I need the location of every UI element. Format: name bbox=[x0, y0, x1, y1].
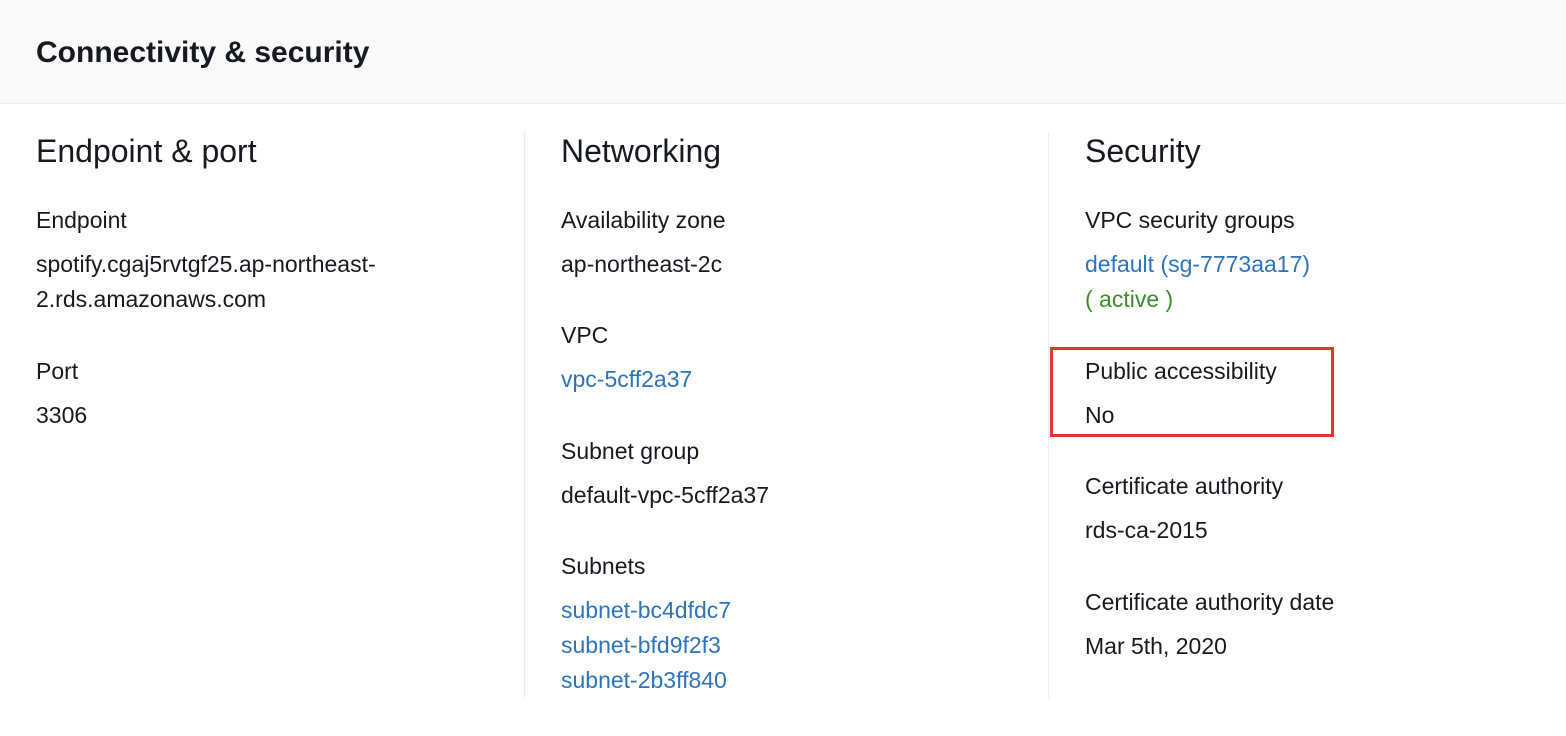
security-column: Security VPC security groups default (sg… bbox=[1049, 104, 1566, 704]
vpc-security-groups-label: VPC security groups bbox=[1085, 207, 1295, 233]
networking-heading: Networking bbox=[561, 133, 722, 169]
subnet-link[interactable]: subnet-2b3ff840 bbox=[561, 663, 731, 698]
endpoint-value: spotify.cgaj5rvtgf25.ap-northeast- 2.rds… bbox=[36, 247, 376, 317]
certificate-authority-label: Certificate authority bbox=[1085, 473, 1284, 499]
subnets-list: subnet-bc4dfdc7 subnet-bfd9f2f3 subnet-2… bbox=[561, 593, 731, 698]
endpoint-label: Endpoint bbox=[36, 207, 127, 233]
networking-column: Networking Availability zone ap-northeas… bbox=[525, 104, 1048, 704]
endpoint-port-column: Endpoint & port Endpoint spotify.cgaj5rv… bbox=[0, 104, 524, 704]
subnet-group-field: Subnet group default-vpc-5cff2a37 bbox=[561, 434, 769, 513]
certificate-authority-value: rds-ca-2015 bbox=[1085, 517, 1208, 543]
security-heading: Security bbox=[1085, 133, 1201, 169]
port-value: 3306 bbox=[36, 402, 88, 428]
vpc-security-groups-field: VPC security groups default (sg-7773aa17… bbox=[1085, 203, 1310, 317]
certificate-authority-date-value: Mar 5th, 2020 bbox=[1085, 633, 1227, 659]
port-label: Port bbox=[36, 358, 79, 384]
endpoint-value-line: 2.rds.amazonaws.com bbox=[36, 286, 267, 312]
panel-header: Connectivity & security bbox=[0, 0, 1566, 104]
subnet-group-label: Subnet group bbox=[561, 438, 700, 464]
endpoint-port-heading: Endpoint & port bbox=[36, 133, 257, 169]
subnet-link[interactable]: subnet-bc4dfdc7 bbox=[561, 593, 731, 628]
panel-title: Connectivity & security bbox=[36, 36, 370, 69]
subnet-group-value: default-vpc-5cff2a37 bbox=[561, 482, 769, 508]
connectivity-security-panel: Connectivity & security Endpoint & port … bbox=[0, 0, 1566, 736]
certificate-authority-date-label: Certificate authority date bbox=[1085, 589, 1335, 615]
public-accessibility-field: Public accessibility No bbox=[1085, 354, 1277, 433]
availability-zone-field: Availability zone ap-northeast-2c bbox=[561, 203, 726, 282]
availability-zone-label: Availability zone bbox=[561, 207, 726, 233]
subnet-link[interactable]: subnet-bfd9f2f3 bbox=[561, 628, 731, 663]
vpc-link[interactable]: vpc-5cff2a37 bbox=[561, 362, 692, 397]
public-accessibility-value: No bbox=[1085, 402, 1115, 428]
endpoint-field: Endpoint spotify.cgaj5rvtgf25.ap-northea… bbox=[36, 203, 376, 317]
subnets-field: Subnets subnet-bc4dfdc7 subnet-bfd9f2f3 … bbox=[561, 549, 731, 698]
vpc-value-wrap: vpc-5cff2a37 bbox=[561, 362, 692, 397]
endpoint-value-line: spotify.cgaj5rvtgf25.ap-northeast- bbox=[36, 251, 376, 277]
certificate-authority-date-field: Certificate authority date Mar 5th, 2020 bbox=[1085, 585, 1334, 664]
vpc-label: VPC bbox=[561, 322, 609, 348]
certificate-authority-field: Certificate authority rds-ca-2015 bbox=[1085, 469, 1283, 548]
public-accessibility-label: Public accessibility bbox=[1085, 358, 1277, 384]
port-field: Port 3306 bbox=[36, 354, 87, 433]
security-group-link[interactable]: default (sg-7773aa17) bbox=[1085, 247, 1310, 282]
security-group-status: ( active ) bbox=[1085, 286, 1174, 312]
vpc-security-groups-value: default (sg-7773aa17) ( active ) bbox=[1085, 247, 1310, 317]
subnets-label: Subnets bbox=[561, 553, 646, 579]
vpc-field: VPC vpc-5cff2a37 bbox=[561, 318, 692, 397]
availability-zone-value: ap-northeast-2c bbox=[561, 251, 723, 277]
